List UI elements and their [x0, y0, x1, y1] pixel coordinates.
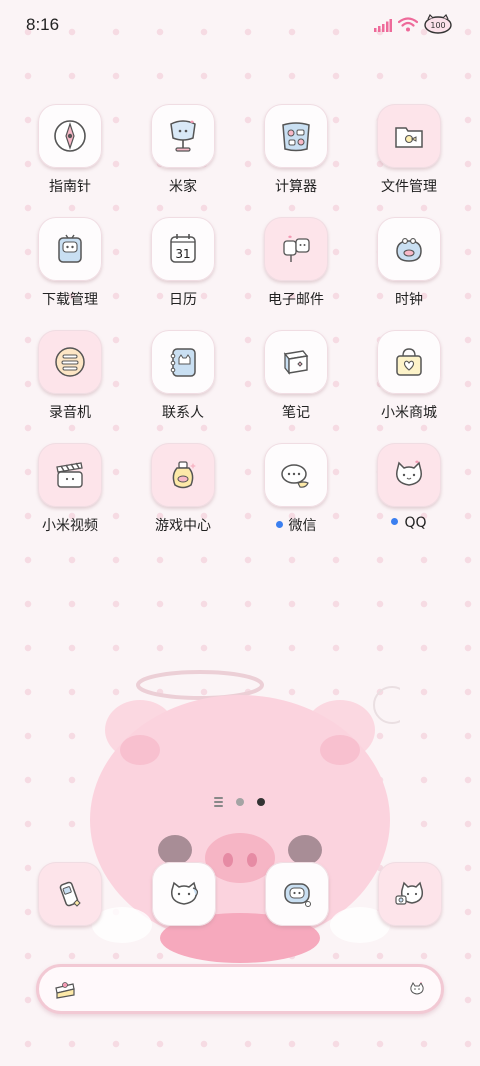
- app-label-text: QQ: [404, 515, 427, 531]
- calendar-date: 31: [175, 247, 190, 261]
- app-label: 微信: [246, 515, 346, 535]
- notification-dot: [391, 518, 399, 525]
- app-wechat[interactable]: 微信: [246, 443, 346, 543]
- page-dot[interactable]: [236, 798, 244, 806]
- qq-cat-icon: [377, 443, 441, 507]
- app-label: 日历: [169, 292, 197, 308]
- dock-browser[interactable]: [265, 862, 329, 926]
- app-contacts[interactable]: 联系人: [133, 330, 233, 430]
- calculator-icon: [264, 104, 328, 168]
- app-game-center[interactable]: 游戏中心: [133, 443, 233, 543]
- dock-camera[interactable]: [378, 862, 442, 926]
- battery-level: 100: [430, 21, 445, 30]
- wifi-icon: [398, 17, 418, 32]
- clock-purse-icon: [377, 217, 441, 281]
- pig-wallpaper-illustration: [90, 670, 400, 963]
- messages-cat-icon: [152, 862, 216, 926]
- camera-cat-icon: [378, 862, 442, 926]
- app-recorder[interactable]: 录音机: [20, 330, 120, 430]
- folder-icon: [377, 104, 441, 168]
- app-label: 小米商城: [381, 405, 437, 421]
- video-clapper-icon: [38, 443, 102, 507]
- app-qq[interactable]: QQ: [359, 443, 459, 543]
- app-label: 文件管理: [381, 179, 437, 195]
- app-label: 计算器: [275, 179, 317, 195]
- battery-icon: 100: [424, 14, 452, 34]
- search-bar[interactable]: [36, 964, 444, 1014]
- app-label: 笔记: [282, 405, 310, 421]
- recorder-icon: [38, 330, 102, 394]
- wechat-bubble-icon: [264, 443, 328, 507]
- cake-icon: [55, 982, 75, 999]
- app-mi-video[interactable]: 小米视频: [20, 443, 120, 543]
- dock-messages[interactable]: [152, 862, 216, 926]
- status-bar: 8:16 100: [0, 0, 480, 50]
- shop-bag-icon: [377, 330, 441, 394]
- browser-bubble-icon: [265, 862, 329, 926]
- contacts-book-icon: [151, 330, 215, 394]
- app-label: 时钟: [395, 292, 423, 308]
- app-mi-store[interactable]: 小米商城: [359, 330, 459, 430]
- notification-dot: [275, 521, 283, 528]
- app-label: 下载管理: [42, 292, 98, 308]
- notes-icon: [264, 330, 328, 394]
- app-calculator[interactable]: 计算器: [246, 104, 346, 204]
- app-label: 指南针: [49, 179, 91, 195]
- app-clock[interactable]: 时钟: [359, 217, 459, 317]
- page-list-indicator[interactable]: [214, 797, 223, 807]
- download-bag-icon: [38, 217, 102, 281]
- dock-phone[interactable]: [38, 862, 102, 926]
- compass-icon: [38, 104, 102, 168]
- app-compass[interactable]: 指南针: [20, 104, 120, 204]
- app-label: 小米视频: [42, 518, 98, 534]
- app-calendar[interactable]: 31 日历: [133, 217, 233, 317]
- mic-icon[interactable]: [409, 981, 425, 997]
- app-downloads[interactable]: 下载管理: [20, 217, 120, 317]
- phone-icon: [38, 862, 102, 926]
- mijia-lamp-icon: [151, 104, 215, 168]
- app-label: 游戏中心: [155, 518, 211, 534]
- mailbox-icon: [264, 217, 328, 281]
- app-mijia[interactable]: 米家: [133, 104, 233, 204]
- calendar-icon: 31: [151, 217, 215, 281]
- app-files[interactable]: 文件管理: [359, 104, 459, 204]
- app-label: 录音机: [49, 405, 91, 421]
- app-label-text: 微信: [288, 518, 317, 534]
- page-dot-active[interactable]: [257, 798, 265, 806]
- page-indicator[interactable]: [0, 795, 480, 811]
- game-potion-icon: [151, 443, 215, 507]
- app-label: QQ: [359, 515, 459, 531]
- app-notes[interactable]: 笔记: [246, 330, 346, 430]
- app-email[interactable]: 电子邮件: [246, 217, 346, 317]
- app-label: 电子邮件: [268, 292, 324, 308]
- signal-icon: [374, 19, 392, 32]
- app-label: 米家: [169, 179, 197, 195]
- status-time: 8:16: [26, 15, 60, 34]
- app-label: 联系人: [162, 405, 204, 421]
